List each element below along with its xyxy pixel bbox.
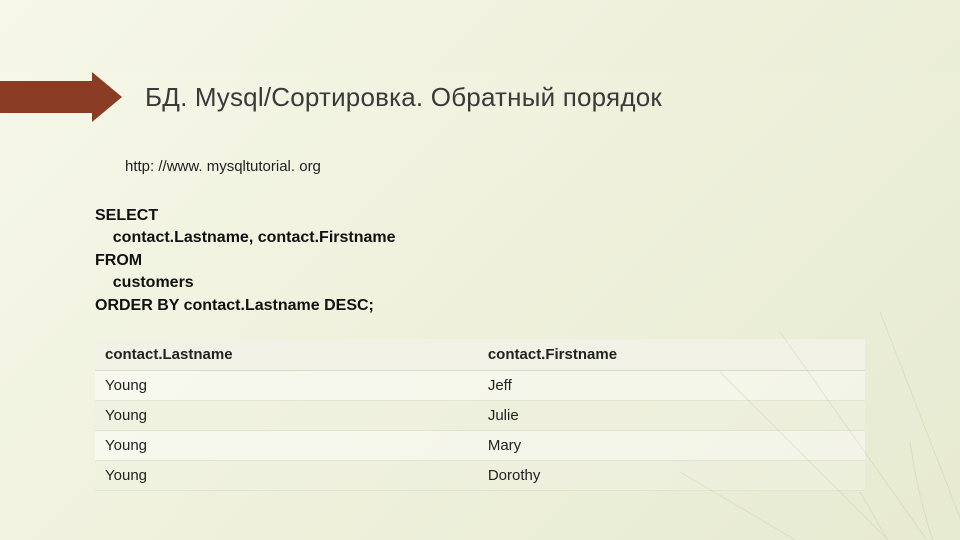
cell-lastname: Young bbox=[95, 460, 478, 490]
table-row: Young Mary bbox=[95, 430, 865, 460]
page-title: БД. Mysql/Сортировка. Обратный порядок bbox=[145, 82, 662, 113]
source-url: http: //www. mysqltutorial. org bbox=[125, 158, 960, 175]
arrow-icon bbox=[0, 72, 125, 122]
col-lastname-header: contact.Lastname bbox=[95, 339, 478, 371]
table-header-row: contact.Lastname contact.Firstname bbox=[95, 339, 865, 371]
title-row: БД. Mysql/Сортировка. Обратный порядок bbox=[0, 72, 960, 122]
results-table: contact.Lastname contact.Firstname Young… bbox=[95, 339, 865, 491]
cell-lastname: Young bbox=[95, 370, 478, 400]
cell-firstname: Jeff bbox=[478, 370, 865, 400]
sql-code-block: SELECT contact.Lastname, contact.Firstna… bbox=[95, 205, 960, 317]
cell-firstname: Dorothy bbox=[478, 460, 865, 490]
col-firstname-header: contact.Firstname bbox=[478, 339, 865, 371]
table-row: Young Dorothy bbox=[95, 460, 865, 490]
cell-firstname: Julie bbox=[478, 400, 865, 430]
cell-lastname: Young bbox=[95, 400, 478, 430]
cell-firstname: Mary bbox=[478, 430, 865, 460]
cell-lastname: Young bbox=[95, 430, 478, 460]
table-row: Young Jeff bbox=[95, 370, 865, 400]
table-row: Young Julie bbox=[95, 400, 865, 430]
